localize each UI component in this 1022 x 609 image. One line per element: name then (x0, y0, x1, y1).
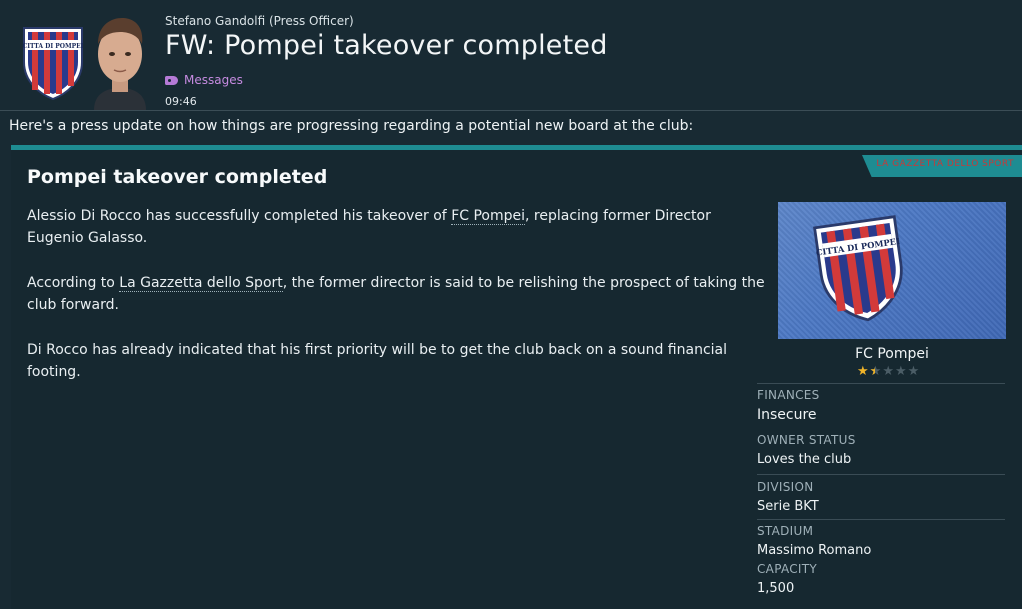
reputation-stars: ★ ★ ★ ★ ★ (857, 364, 920, 380)
owner-status-label: OWNER STATUS (757, 433, 856, 447)
article-paragraph: According to La Gazzetta dello Sport, th… (27, 272, 767, 316)
message-time: 09:46 (165, 95, 197, 108)
capacity-label: CAPACITY (757, 562, 818, 576)
capacity-block: CAPACITY 1,500 (757, 562, 1005, 596)
article-headline: Pompei takeover completed (27, 166, 328, 188)
source-ribbon-label: LA GAZZETTA DELLO SPORT (876, 159, 1014, 169)
stadium-label: STADIUM (757, 524, 814, 538)
article-paragraph: Di Rocco has already indicated that his … (27, 342, 728, 380)
newspaper-link[interactable]: La Gazzetta dello Sport (119, 275, 283, 292)
division-block: DIVISION Serie BKT (757, 480, 1005, 514)
paragraph-text: Alessio Di Rocco has successfully comple… (27, 208, 452, 224)
stadium-value: Massimo Romano (757, 543, 872, 558)
info-divider (757, 383, 1005, 384)
star-icon: ★ (907, 364, 920, 379)
club-link[interactable]: FC Pompei (451, 208, 526, 225)
source-ribbon: LA GAZZETTA DELLO SPORT (862, 155, 1022, 177)
club-crest-icon[interactable]: CITTA DI POMPEI (22, 24, 84, 100)
finances-label: FINANCES (757, 388, 820, 402)
article-body: Alessio Di Rocco has successfully comple… (27, 205, 767, 406)
svg-text:CITTA DI POMPEI: CITTA DI POMPEI (22, 43, 83, 50)
half-star-icon: ★ (870, 365, 882, 380)
club-name[interactable]: FC Pompei (778, 346, 1006, 362)
sender-avatar[interactable] (88, 14, 152, 110)
intro-text: Here's a press update on how things are … (9, 118, 694, 134)
club-badge-image[interactable]: CITTA DI POMPEI (778, 202, 1006, 339)
info-divider (757, 474, 1005, 475)
owner-status-block: OWNER STATUS Loves the club (757, 433, 1005, 467)
stadium-block: STADIUM Massimo Romano (757, 524, 1005, 558)
club-crest-icon: CITTA DI POMPEI (813, 215, 903, 322)
message-category[interactable]: Messages (165, 73, 243, 87)
owner-status-value: Loves the club (757, 452, 852, 467)
finances-block: FINANCES Insecure (757, 388, 1005, 423)
message-header: CITTA DI POMPEI Stefano Gandolfi (Press … (0, 0, 1022, 110)
division-value[interactable]: Serie BKT (757, 499, 1005, 514)
message-title: FW: Pompei takeover completed (165, 30, 608, 61)
division-label: DIVISION (757, 480, 814, 494)
category-label: Messages (184, 73, 243, 87)
tag-icon (165, 75, 178, 85)
paragraph-text: According to (27, 275, 120, 291)
sender-name[interactable]: Stefano Gandolfi (Press Officer) (165, 14, 354, 28)
info-divider (757, 519, 1005, 520)
capacity-value: 1,500 (757, 581, 795, 596)
star-icon: ★ (857, 364, 869, 379)
star-icon: ★ (894, 364, 907, 379)
finances-value: Insecure (757, 407, 817, 423)
header-divider (0, 110, 1022, 111)
article-paragraph: Alessio Di Rocco has successfully comple… (27, 205, 767, 249)
star-icon: ★ (882, 364, 894, 379)
